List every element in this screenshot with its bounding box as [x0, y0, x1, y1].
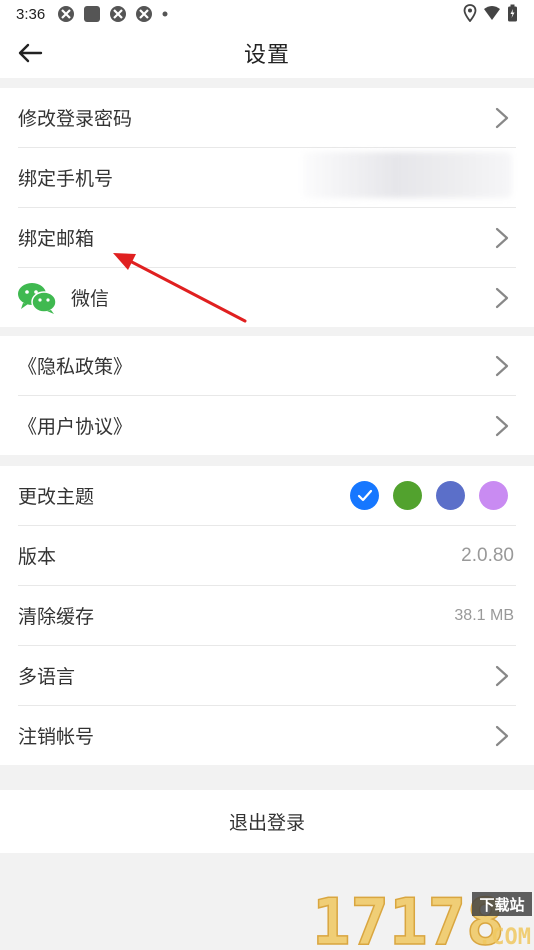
- wechat-row[interactable]: 微信: [18, 268, 516, 327]
- bind-email-row[interactable]: 绑定邮箱: [18, 208, 516, 268]
- chevron-right-icon: [495, 415, 509, 436]
- page-title: 设置: [243, 43, 290, 68]
- language-label: 多语言: [18, 666, 76, 688]
- arrow-left-icon: [18, 43, 43, 63]
- theme-row: 更改主题: [18, 466, 516, 526]
- version-label: 版本: [18, 546, 57, 568]
- bind-email-label: 绑定邮箱: [18, 228, 95, 250]
- theme-color-swatch[interactable]: [479, 481, 508, 510]
- location-icon: [463, 4, 477, 22]
- app-header: 设置: [0, 28, 534, 78]
- version-value: 2.0.80: [461, 544, 514, 566]
- logout-label: 退出登录: [228, 812, 305, 834]
- wechat-icon: [18, 282, 57, 314]
- privacy-policy-row[interactable]: 《隐私政策》: [18, 336, 516, 396]
- theme-color-swatch[interactable]: [350, 481, 379, 510]
- app-settings-group: 更改主题 版本 2.0.80 清除缓存 38.1 MB 多语言 注销帐号: [0, 466, 534, 765]
- status-time: 3:36: [16, 5, 46, 23]
- privacy-policy-label: 《隐私政策》: [18, 356, 133, 378]
- clear-cache-label: 清除缓存: [18, 606, 95, 628]
- deactivate-account-label: 注销帐号: [18, 726, 95, 748]
- app-notification-icon: [136, 6, 153, 22]
- blurred-phone-number: [302, 152, 512, 198]
- chevron-right-icon: [495, 725, 509, 746]
- app-notification-icon: [58, 6, 75, 22]
- status-bar: 3:36: [0, 0, 534, 28]
- clear-cache-row[interactable]: 清除缓存 38.1 MB: [18, 586, 516, 646]
- chevron-right-icon: [495, 227, 509, 248]
- wechat-label: 微信: [71, 288, 110, 310]
- watermark-suffix: .COM: [478, 925, 531, 950]
- theme-label: 更改主题: [18, 486, 95, 508]
- square-notification-icon: [84, 6, 101, 22]
- logout-button[interactable]: 退出登录: [0, 790, 534, 853]
- user-agreement-row[interactable]: 《用户协议》: [18, 396, 516, 455]
- bind-phone-row[interactable]: 绑定手机号: [18, 148, 516, 208]
- back-button[interactable]: [14, 38, 46, 68]
- watermark-badge: 下载站: [479, 896, 524, 914]
- theme-color-swatches: [350, 481, 508, 510]
- deactivate-account-row[interactable]: 注销帐号: [18, 706, 516, 765]
- chevron-right-icon: [495, 107, 509, 128]
- chevron-right-icon: [495, 355, 509, 376]
- language-row[interactable]: 多语言: [18, 646, 516, 706]
- change-password-row[interactable]: 修改登录密码: [18, 88, 516, 148]
- wifi-icon: [484, 6, 500, 20]
- version-row: 版本 2.0.80: [18, 526, 516, 586]
- cache-size-value: 38.1 MB: [454, 606, 514, 624]
- user-agreement-label: 《用户协议》: [18, 416, 133, 438]
- chevron-right-icon: [495, 665, 509, 686]
- policy-group: 《隐私政策》 《用户协议》: [0, 336, 534, 455]
- chevron-right-icon: [495, 287, 509, 308]
- account-settings-group: 修改登录密码 绑定手机号 绑定邮箱 微信: [0, 88, 534, 327]
- theme-color-swatch[interactable]: [436, 481, 465, 510]
- dot-icon: [162, 11, 168, 17]
- battery-icon: [508, 4, 517, 22]
- app-notification-icon: [110, 6, 127, 22]
- theme-color-swatch[interactable]: [393, 481, 422, 510]
- change-password-label: 修改登录密码: [18, 108, 133, 130]
- watermark-logo: 17178 下载站 .COM: [312, 885, 532, 950]
- checkmark-icon: [357, 489, 372, 501]
- notification-icons: [57, 5, 169, 23]
- system-icons: [463, 4, 518, 22]
